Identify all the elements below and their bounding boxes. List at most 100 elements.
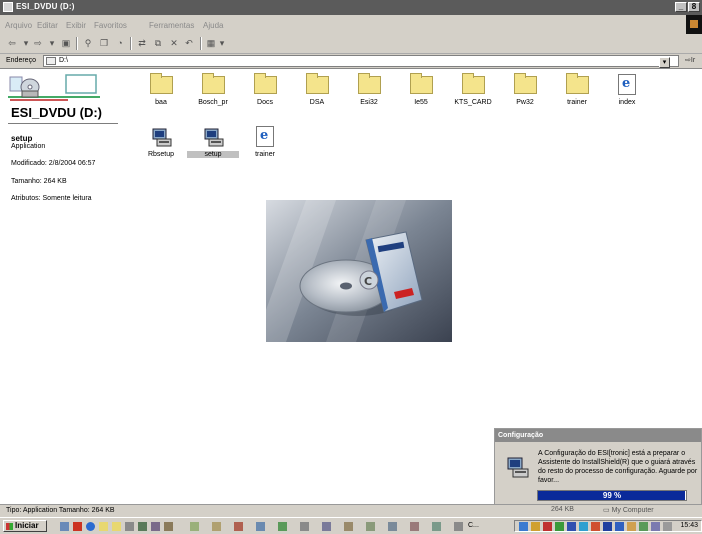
task-icon[interactable] (344, 522, 353, 531)
task-icon[interactable] (256, 522, 265, 531)
quicklaunch-icon[interactable] (138, 522, 147, 531)
menu-ferramentas[interactable]: Ferramentas (149, 21, 194, 30)
drive-icon (46, 57, 56, 65)
ie-icon[interactable] (86, 522, 95, 531)
tray-icon[interactable] (591, 522, 600, 531)
menu-favoritos[interactable]: Favoritos (94, 21, 127, 30)
chevron-down-icon[interactable]: ▾ (659, 57, 670, 68)
task-icon[interactable] (278, 522, 287, 531)
menu-ajuda[interactable]: Ajuda (203, 21, 223, 30)
folder-item[interactable]: Bosch_pr (187, 72, 239, 112)
tray-icon[interactable] (663, 522, 672, 531)
address-input[interactable]: D:\ ▾ (43, 55, 679, 68)
task-icon[interactable] (322, 522, 331, 531)
tray-icon[interactable] (615, 522, 624, 531)
quicklaunch-icon[interactable] (125, 522, 134, 531)
tray-icon[interactable] (567, 522, 576, 531)
file-label: trainer (567, 99, 587, 106)
tray-icon[interactable] (603, 522, 612, 531)
task-icon[interactable] (366, 522, 375, 531)
folder-icon (358, 73, 381, 94)
clock[interactable]: 15:43 (680, 522, 698, 529)
menu-arquivo[interactable]: Arquivo (5, 21, 32, 30)
setup-file-item-selected[interactable]: setup (187, 124, 239, 164)
history-icon[interactable]: ◔ (114, 38, 126, 49)
task-icon[interactable] (410, 522, 419, 531)
menu-bar: Arquivo Editar Exibir Favoritos Ferramen… (0, 15, 702, 35)
start-button[interactable]: Iniciar (3, 520, 47, 532)
folder-item[interactable]: Esi32 (343, 72, 395, 112)
search-icon[interactable]: ⚲ (82, 38, 94, 49)
esitronic-cd-image: C (266, 200, 452, 342)
forward-icon[interactable]: ⇨ (32, 38, 44, 49)
delete-icon[interactable]: ✕ (168, 38, 180, 49)
quicklaunch-icon[interactable] (60, 522, 69, 531)
task-icon[interactable] (388, 522, 397, 531)
minimize-button[interactable]: _ (675, 2, 687, 12)
back-dropdown-icon[interactable]: ▾ (20, 38, 32, 49)
drive-banner-icon (8, 74, 100, 101)
quicklaunch-icon[interactable] (73, 522, 82, 531)
up-folder-icon[interactable]: ▣ (60, 38, 72, 49)
html-file-item[interactable]: trainer (239, 124, 291, 164)
restore-button[interactable]: 8 (688, 2, 700, 12)
folder-icon (150, 73, 173, 94)
tray-icon[interactable] (543, 522, 552, 531)
configuration-dialog[interactable]: Configuração A Configuração do ESI[troni… (494, 428, 702, 510)
file-label: Pw32 (516, 99, 534, 106)
installer-icon (152, 128, 172, 147)
installer-icon (204, 128, 224, 147)
file-label: index (618, 99, 636, 106)
address-label: Endereço (6, 57, 36, 64)
task-icon[interactable] (432, 522, 441, 531)
tray-icon[interactable] (651, 522, 660, 531)
task-button[interactable]: C... (468, 521, 508, 531)
tray-icon[interactable] (519, 522, 528, 531)
progress-label: 99 % (602, 491, 622, 500)
views-dropdown-icon[interactable]: ▾ (216, 38, 228, 49)
folders-icon[interactable]: ❐ (98, 38, 110, 49)
folder-item[interactable]: Ie55 (395, 72, 447, 112)
task-icon[interactable] (190, 522, 199, 531)
tray-icon[interactable] (639, 522, 648, 531)
status-text: Tipo: Application Tamanho: 264 KB (6, 507, 115, 514)
tray-icon[interactable] (579, 522, 588, 531)
quicklaunch-icon[interactable] (164, 522, 173, 531)
task-icon[interactable] (212, 522, 221, 531)
task-icon[interactable] (234, 522, 243, 531)
folder-item[interactable]: KTS_CARD (447, 72, 499, 112)
drive-title: ESI_DVDU (D:) (11, 105, 103, 120)
menu-editar[interactable]: Editar (37, 21, 58, 30)
task-icon[interactable] (300, 522, 309, 531)
folder-icon[interactable] (99, 522, 108, 531)
folder-icon (462, 73, 485, 94)
tray-icon[interactable] (555, 522, 564, 531)
window-titlebar[interactable]: ESI_DVDU (D:) _ 8 (0, 0, 702, 15)
back-icon[interactable]: ⇦ (6, 38, 18, 49)
go-label: Ir (690, 57, 696, 64)
folder-item[interactable]: Pw32 (499, 72, 551, 112)
tray-icon[interactable] (627, 522, 636, 531)
size-info: Tamanho: 264 KB (11, 178, 67, 185)
dialog-title[interactable]: Configuração (495, 429, 701, 442)
forward-dropdown-icon[interactable]: ▾ (46, 38, 58, 49)
menu-exibir[interactable]: Exibir (66, 21, 86, 30)
go-button[interactable]: ⇨Ir (685, 56, 695, 64)
dialog-message: A Configuração do ESI[tronic] está a pre… (538, 450, 698, 484)
html-file-icon (256, 126, 274, 147)
move-to-icon[interactable]: ⇄ (136, 38, 148, 49)
undo-icon[interactable]: ↶ (183, 38, 195, 49)
setup-file-item[interactable]: Rbsetup (135, 124, 187, 164)
folder-item[interactable]: Docs (239, 72, 291, 112)
task-icon[interactable] (454, 522, 463, 531)
html-file-item[interactable]: index (601, 72, 653, 112)
tray-icon[interactable] (531, 522, 540, 531)
svg-text:C: C (364, 275, 372, 288)
copy-to-icon[interactable]: ⧉ (152, 38, 164, 49)
folder-item[interactable]: trainer (551, 72, 603, 112)
selected-item-type: Application (11, 143, 46, 150)
folder-icon[interactable] (112, 522, 121, 531)
folder-item[interactable]: DSA (291, 72, 343, 112)
quicklaunch-icon[interactable] (151, 522, 160, 531)
folder-item[interactable]: baa (135, 72, 187, 112)
